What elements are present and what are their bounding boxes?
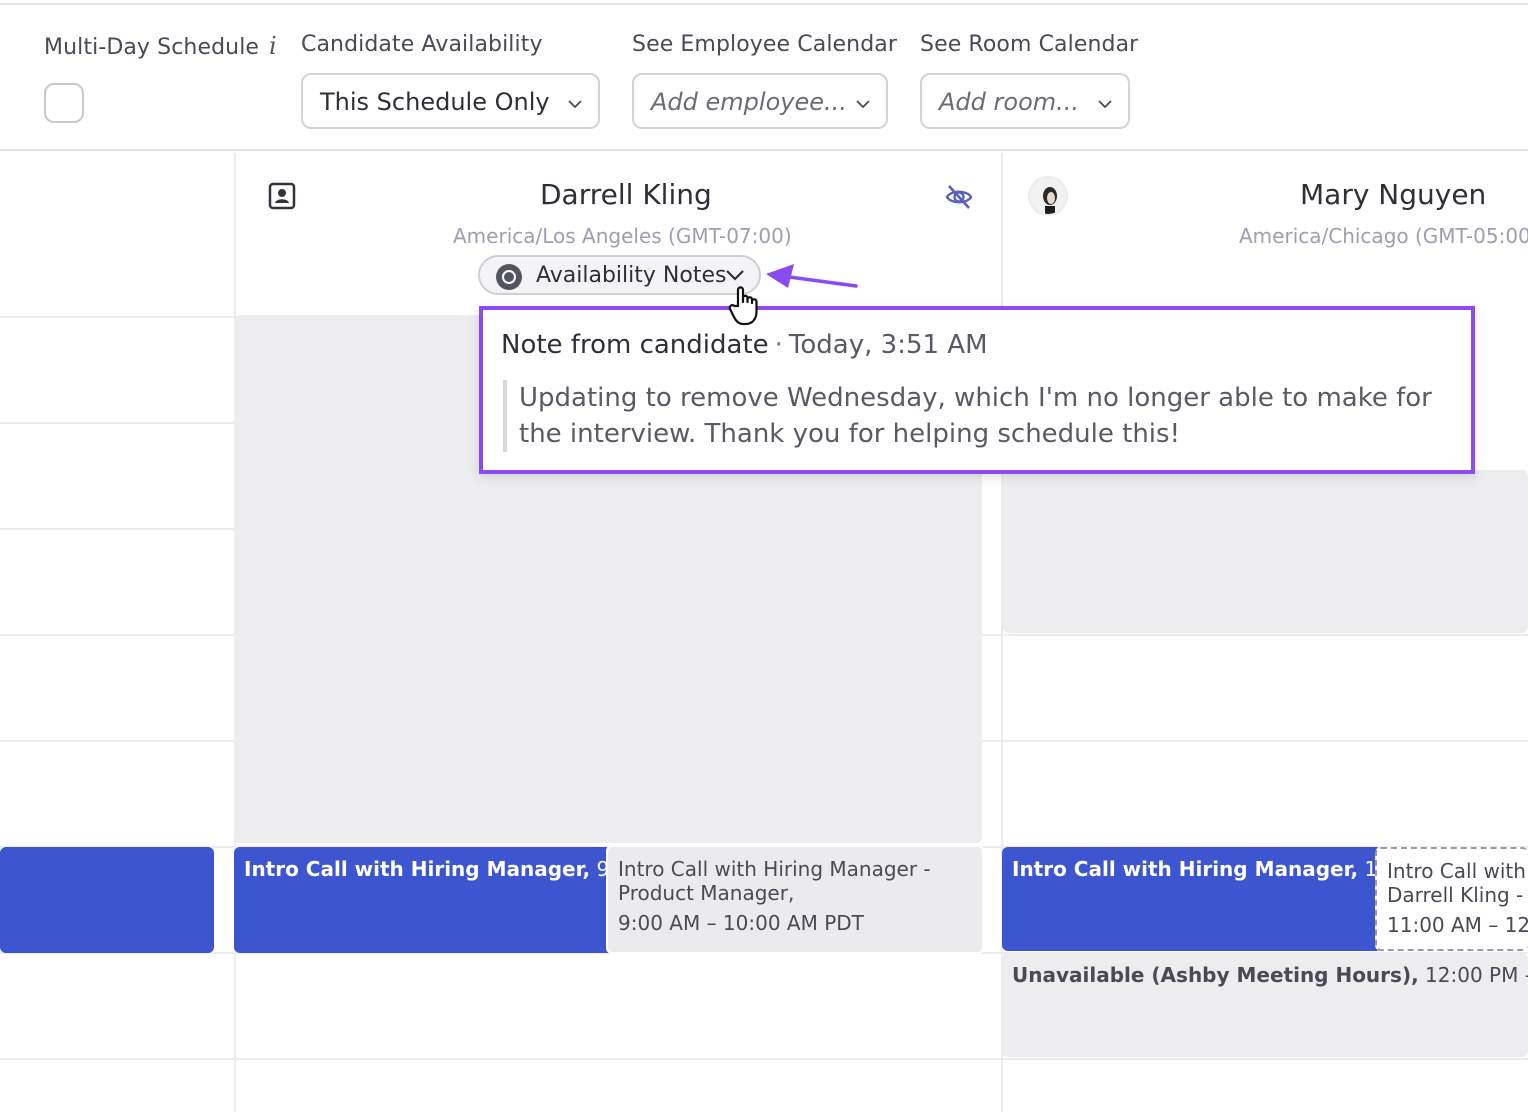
note-header: Note from candidate · Today, 3:51 AM	[501, 330, 988, 360]
employee-calendar-label: See Employee Calendar	[632, 32, 898, 57]
employee-calendar-placeholder: Add employee...	[651, 88, 847, 116]
hour-line	[0, 422, 234, 424]
multi-day-checkbox[interactable]	[44, 83, 84, 123]
chat-bubble-icon	[496, 264, 522, 290]
availability-notes-button[interactable]: Availability Notes	[478, 255, 761, 295]
multi-day-label: Multi-Day Schedule i	[44, 32, 277, 60]
chevron-down-icon	[568, 100, 582, 109]
arrow-left-icon	[766, 264, 858, 288]
schedule-toolbar: Multi-Day Schedule i Candidate Availabili…	[0, 5, 1528, 151]
column-name-mary: Mary Nguyen	[1300, 178, 1487, 211]
event-intro-call-product-manager[interactable]: Intro Call with Hiring Manager - Product…	[606, 845, 984, 954]
note-text: Updating to remove Wednesday, which I'm …	[503, 380, 1443, 452]
event-intro-call-darrell[interactable]: Intro Call with Hiring Manager, 9:00 AM	[234, 847, 614, 953]
busy-block	[1003, 470, 1528, 633]
room-calendar-label: See Room Calendar	[920, 32, 1139, 57]
hour-line	[0, 1058, 1528, 1060]
candidate-availability-label: Candidate Availability	[301, 32, 543, 57]
availability-notes-popover: Note from candidate · Today, 3:51 AM Updat…	[479, 306, 1475, 474]
avatar	[1028, 176, 1068, 216]
calendar-event[interactable]	[0, 847, 214, 953]
column-name-darrell: Darrell Kling	[540, 178, 712, 211]
candidate-availability-value: This Schedule Only	[320, 88, 550, 116]
hand-cursor-icon	[728, 286, 758, 326]
room-calendar-placeholder: Add room...	[939, 88, 1080, 116]
info-icon[interactable]: i	[269, 32, 277, 60]
chevron-down-icon	[1098, 100, 1112, 109]
event-unavailable-meeting-hours[interactable]: Unavailable (Ashby Meeting Hours), 12:00…	[1002, 953, 1528, 1057]
hour-line	[0, 528, 234, 530]
column-timezone-darrell: America/Los Angeles (GMT-07:00)	[453, 224, 792, 248]
eye-off-icon[interactable]	[944, 182, 974, 212]
hour-line	[0, 316, 234, 318]
event-intro-call-darrell-kling[interactable]: Intro Call with H Darrell Kling - P 11:0…	[1375, 847, 1528, 951]
event-intro-call-mary[interactable]: Intro Call with Hiring Manager, 11:00 AM	[1002, 847, 1382, 951]
employee-calendar-select[interactable]: Add employee...	[632, 73, 888, 129]
availability-notes-label: Availability Notes	[536, 263, 727, 288]
candidate-availability-select[interactable]: This Schedule Only	[301, 73, 600, 129]
contact-card-icon	[268, 182, 296, 210]
room-calendar-select[interactable]: Add room...	[920, 73, 1130, 129]
chevron-down-icon	[856, 100, 870, 109]
column-timezone-mary: America/Chicago (GMT-05:00)	[1239, 224, 1528, 248]
chevron-down-icon	[726, 270, 744, 281]
